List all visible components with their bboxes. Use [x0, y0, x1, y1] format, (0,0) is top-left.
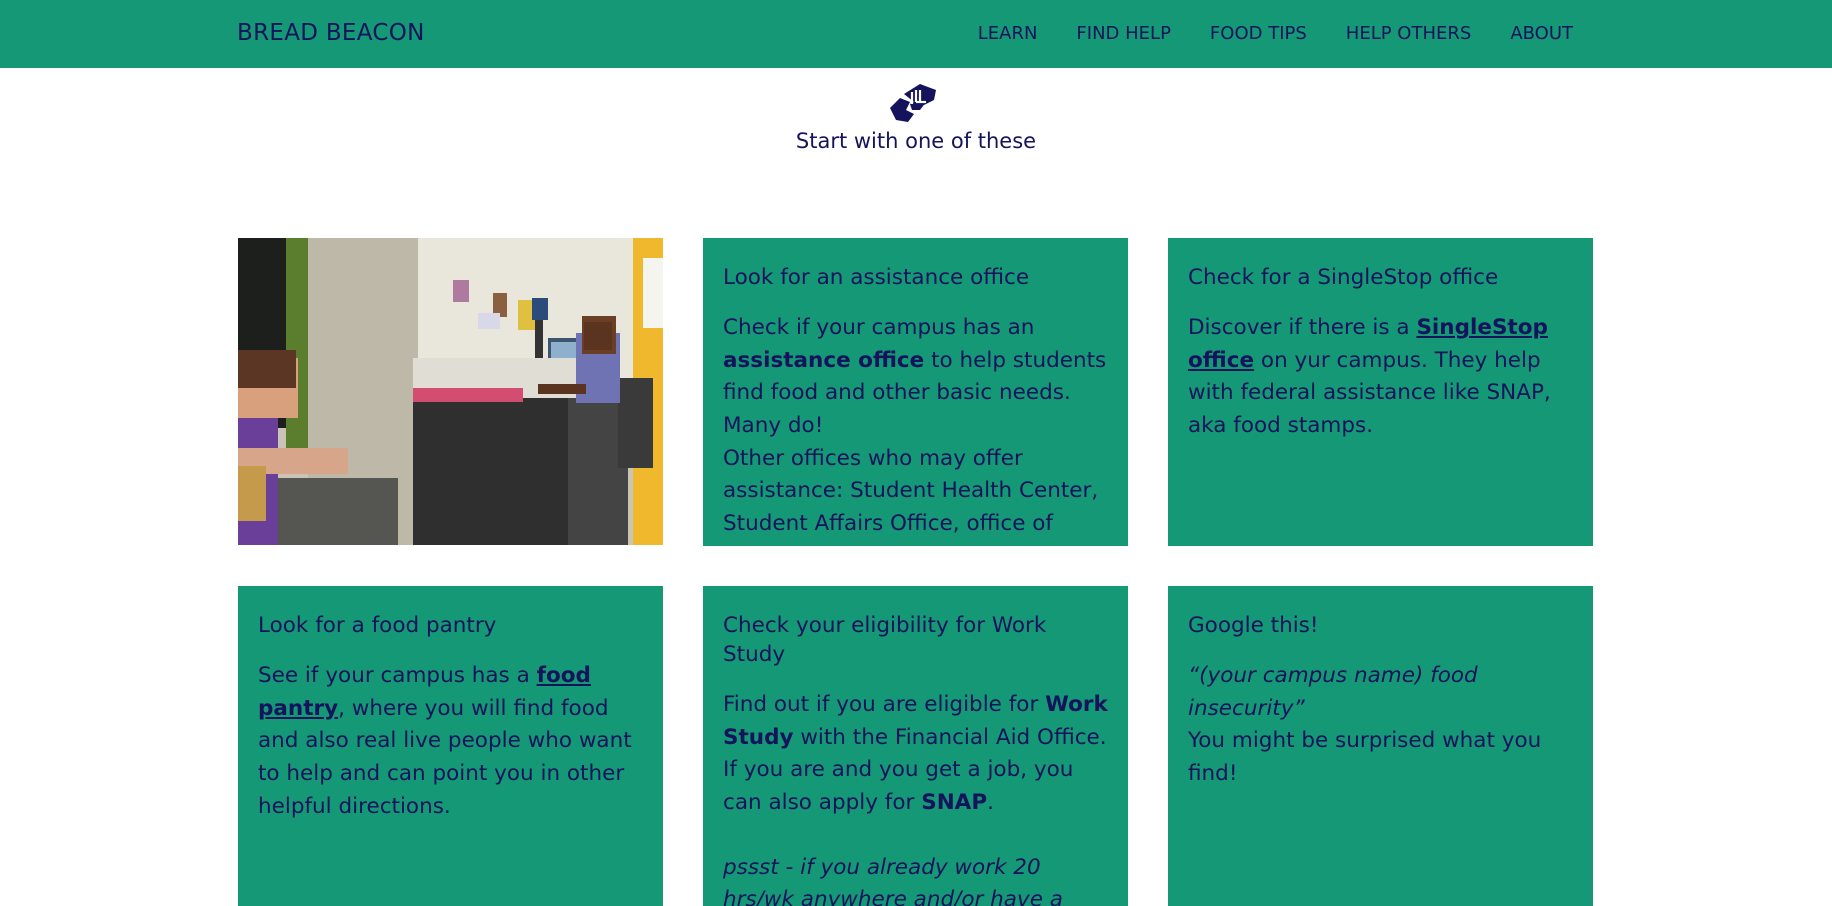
- card-google-this: Google this! “(your campus name) food in…: [1168, 586, 1593, 906]
- card-workstudy-note: pssst - if you already work 20 hrs/wk an…: [723, 854, 1063, 906]
- nav-links: LEARN FIND HELP FOOD TIPS HELP OTHERS AB…: [939, 23, 1573, 44]
- advising-photo: [238, 238, 663, 545]
- brand-logo-link[interactable]: BREAD BEACON: [237, 20, 425, 46]
- card-workstudy-end: .: [987, 790, 994, 816]
- card-assistance-office: Look for an assistance office Check if y…: [703, 238, 1128, 546]
- nav-link-food-tips[interactable]: FOOD TIPS: [1210, 23, 1307, 44]
- nav-link-about[interactable]: ABOUT: [1510, 23, 1573, 44]
- card-assistance-body: Check if your campus has an assistance o…: [723, 312, 1108, 546]
- handshake-icon: [890, 84, 936, 122]
- card-singlestop-body: Discover if there is a SingleStop office…: [1188, 312, 1573, 443]
- card-assistance-line2: Other offices who may offer assistance: …: [723, 445, 1099, 546]
- top-navbar: BREAD BEACON LEARN FIND HELP FOOD TIPS H…: [0, 0, 1832, 68]
- card-workstudy-bold2: SNAP: [921, 790, 988, 816]
- card-workstudy-pre: Find out if you are eligible for: [723, 692, 1046, 718]
- nav-link-find-help[interactable]: FIND HELP: [1076, 23, 1171, 44]
- card-pantry-body: See if your campus has a food pantry, wh…: [258, 660, 643, 823]
- card-singlestop-pre: Discover if there is a: [1188, 315, 1417, 341]
- page-subtitle: Start with one of these: [795, 129, 1037, 153]
- card-assistance-pre: Check if your campus has an: [723, 315, 1035, 341]
- nav-link-learn[interactable]: LEARN: [978, 23, 1038, 44]
- card-workstudy-spacer: [723, 820, 1108, 852]
- card-google-body: “(your campus name) food insecurity” You…: [1188, 660, 1573, 791]
- card-workstudy-title: Check your eligibility for Work Study: [723, 613, 1047, 668]
- card-google-quote: “(your campus name) food insecurity”: [1188, 663, 1478, 721]
- card-workstudy-body: Find out if you are eligible for Work St…: [723, 689, 1108, 820]
- card-work-study: Check your eligibility for Work Study Fi…: [703, 586, 1128, 906]
- card-google-line2: You might be surprised what you find!: [1188, 728, 1542, 787]
- card-singlestop-office: Check for a SingleStop office Discover i…: [1168, 238, 1593, 546]
- card-pantry-title: Look for a food pantry: [258, 613, 497, 638]
- card-pantry-pre: See if your campus has a: [258, 663, 537, 689]
- card-google-title: Google this!: [1188, 613, 1319, 638]
- nav-link-help-others[interactable]: HELP OTHERS: [1346, 23, 1472, 44]
- card-assistance-bold: assistance office: [723, 347, 925, 373]
- card-singlestop-title: Check for a SingleStop office: [1188, 265, 1499, 290]
- card-food-pantry: Look for a food pantry See if your campu…: [238, 586, 663, 906]
- card-assistance-title: Look for an assistance office: [723, 265, 1030, 290]
